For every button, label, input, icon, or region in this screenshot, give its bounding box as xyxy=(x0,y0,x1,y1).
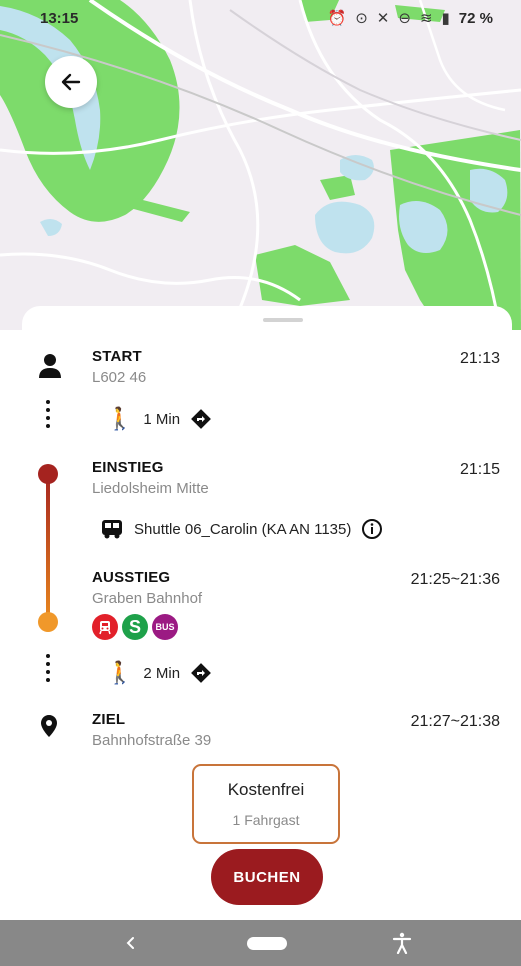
start-time: 21:13 xyxy=(459,350,500,367)
boarding-label: EINSTIEG xyxy=(92,459,164,476)
sheet-drag-handle[interactable] xyxy=(263,318,303,322)
nav-back-icon[interactable] xyxy=(123,935,137,951)
s-bahn-icon: S xyxy=(122,614,148,640)
location-pin-icon xyxy=(41,715,57,737)
info-icon[interactable] xyxy=(361,518,383,540)
map-graphic xyxy=(0,0,521,330)
accessibility-icon[interactable] xyxy=(392,932,412,954)
start-label: START xyxy=(92,348,142,365)
back-button[interactable] xyxy=(45,56,97,108)
alighting-dot xyxy=(38,612,58,632)
fare-card[interactable]: Kostenfrei 1 Fahrgast xyxy=(192,764,340,844)
system-navigation-bar xyxy=(0,920,521,966)
wifi-icon: ≋ xyxy=(419,10,433,27)
boarding-stop: Liedolsheim Mitte xyxy=(92,480,209,497)
status-icons: ⏰ ⊙ ✕ ⊖ ≋ ▮ 72 % xyxy=(327,9,493,28)
book-button[interactable]: BUCHEN xyxy=(211,849,323,905)
walk-connector xyxy=(46,400,50,432)
destination-time: 21:27~21:38 xyxy=(410,713,500,730)
tram-icon xyxy=(92,614,118,640)
directions-icon[interactable] xyxy=(190,662,212,684)
destination-label: ZIEL xyxy=(92,711,126,728)
destination-address: Bahnhofstraße 39 xyxy=(92,732,212,749)
arrow-left-icon xyxy=(61,73,81,91)
ride-line xyxy=(46,472,50,620)
bus-icon: BUS xyxy=(152,614,178,640)
alighting-time: 21:25~21:36 xyxy=(410,571,500,588)
fare-price: Kostenfrei xyxy=(227,780,305,799)
status-bar: 13:15 ⏰ ⊙ ✕ ⊖ ≋ ▮ 72 % xyxy=(0,0,521,36)
vehicle-name: Shuttle 06_Carolin (KA AN 1135) xyxy=(134,520,352,538)
transfer-badges: S BUS xyxy=(92,614,178,640)
nav-home-pill[interactable] xyxy=(247,937,287,950)
person-icon xyxy=(39,354,61,378)
walk-connector-2 xyxy=(46,654,50,686)
walk-icon: 🚶 xyxy=(106,406,134,431)
battery-level: 72 % xyxy=(458,9,493,27)
trip-details-sheet: START L602 46 21:13 🚶 1 Min EINSTIEG Lie… xyxy=(22,306,512,920)
walk-leg-1: 🚶 1 Min xyxy=(106,406,212,432)
mute-icon: ✕ xyxy=(376,10,390,27)
alighting-label: AUSSTIEG xyxy=(92,569,171,586)
dnd-icon: ⊖ xyxy=(398,10,411,27)
walk-duration-2: 2 Min xyxy=(143,664,181,682)
map-view[interactable] xyxy=(0,0,521,330)
fare-passengers: 1 Fahrgast xyxy=(232,812,300,828)
walk-duration: 1 Min xyxy=(143,410,181,428)
alarm-icon: ⏰ xyxy=(327,10,347,27)
location-icon: ⊙ xyxy=(355,10,368,27)
boarding-time: 21:15 xyxy=(459,461,500,478)
directions-icon[interactable] xyxy=(190,408,212,430)
signal-icon: ▮ xyxy=(441,10,450,27)
shuttle-icon xyxy=(102,520,122,539)
start-address: L602 46 xyxy=(92,369,147,386)
walk-leg-2: 🚶 2 Min xyxy=(106,660,212,686)
boarding-dot xyxy=(38,464,58,484)
status-time: 13:15 xyxy=(40,9,79,27)
vehicle-leg: Shuttle 06_Carolin (KA AN 1135) xyxy=(100,518,383,540)
walk-icon: 🚶 xyxy=(106,660,134,685)
alighting-stop: Graben Bahnhof xyxy=(92,590,203,607)
